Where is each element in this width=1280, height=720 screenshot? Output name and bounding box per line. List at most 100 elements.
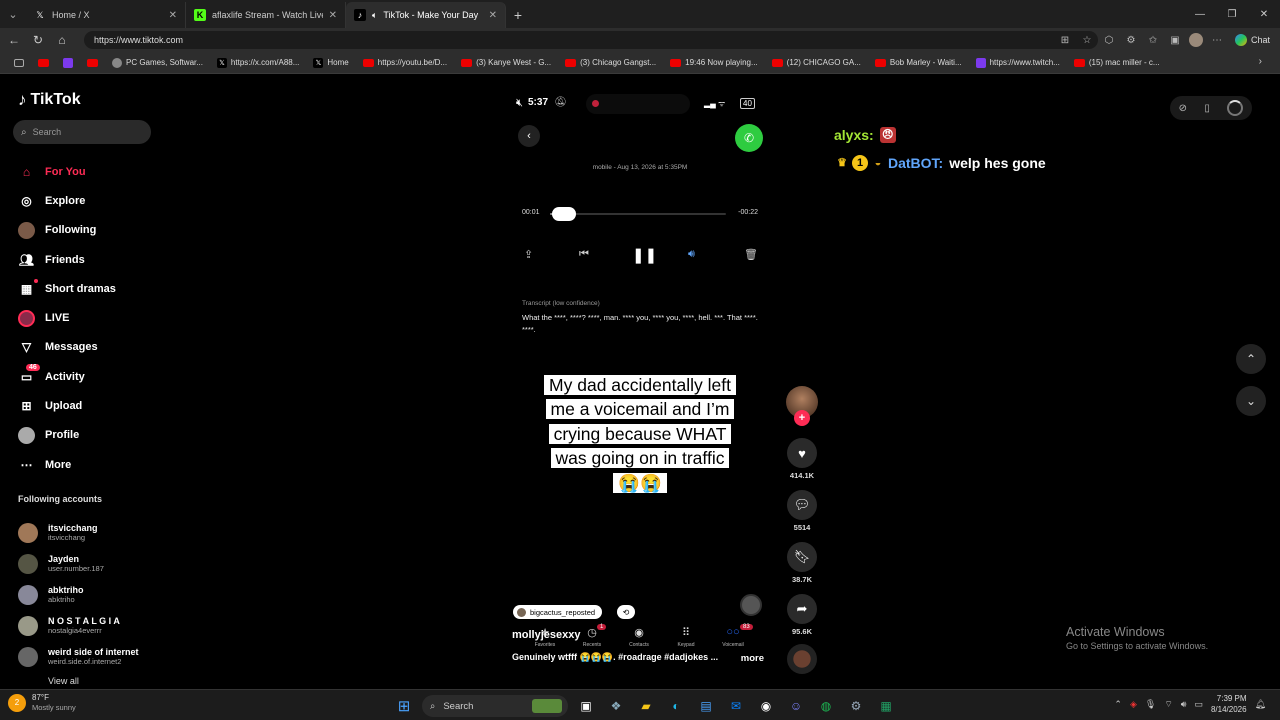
- bookmark-item[interactable]: (3) Chicago Gangst...: [559, 58, 662, 67]
- profile-avatar[interactable]: [1188, 33, 1203, 47]
- nav-short-dramas[interactable]: ▦ Short dramas: [18, 274, 158, 303]
- spotify-icon[interactable]: ◍: [814, 694, 838, 718]
- favorites-icon[interactable]: ✩: [1145, 32, 1161, 48]
- bookmark-item[interactable]: [81, 58, 104, 67]
- new-tab-button[interactable]: +: [506, 2, 530, 28]
- view-all-link[interactable]: View all: [48, 676, 79, 686]
- previous-video-button[interactable]: ⌃: [1236, 344, 1266, 374]
- obs-icon[interactable]: ◉: [754, 694, 778, 718]
- nav-explore[interactable]: ◎ Explore: [18, 186, 158, 215]
- floating-player-icon[interactable]: ⊘: [1179, 103, 1187, 114]
- comment-button[interactable]: 💬︎ 5514: [784, 490, 820, 532]
- following-account[interactable]: itsvicchang itsvicchang: [18, 517, 139, 548]
- nav-live[interactable]: LIVE: [18, 303, 158, 332]
- bookmark-item[interactable]: https://youtu.be/D...: [357, 58, 453, 67]
- repost-icon[interactable]: ⟲: [617, 605, 635, 619]
- close-window-icon[interactable]: ✕: [1248, 0, 1280, 28]
- nav-following[interactable]: Following: [18, 216, 158, 245]
- battery-icon[interactable]: ▭: [1194, 699, 1203, 710]
- music-disc-icon[interactable]: [787, 644, 817, 674]
- taskbar-search[interactable]: ⌕ Search: [422, 695, 568, 717]
- nav-messages[interactable]: ▽ Messages: [18, 333, 158, 362]
- bookmark-item[interactable]: Bob Marley - Waiti...: [869, 58, 968, 67]
- notifications-icon[interactable]: 🔔︎: [1255, 699, 1266, 710]
- nav-friends[interactable]: 👥︎ Friends: [18, 245, 158, 274]
- caption-text: My dad accidentally left me a voicemail …: [544, 375, 736, 493]
- outlook-icon[interactable]: ✉: [724, 694, 748, 718]
- mic-icon[interactable]: 🎙︎: [1145, 699, 1156, 710]
- url-field[interactable]: https://www.tiktok.com: [84, 31, 1098, 49]
- following-account[interactable]: Jayden user.number.187: [18, 548, 139, 579]
- mute-icon[interactable]: 🔇︎: [516, 97, 523, 110]
- clock[interactable]: 7:39 PM 8/14/2026: [1211, 693, 1247, 715]
- follow-plus-icon[interactable]: +: [794, 410, 810, 426]
- bookmark-item[interactable]: 𝕏 Home: [307, 57, 354, 68]
- share-button[interactable]: ➦ 95.6K: [784, 594, 820, 636]
- chat-message: ♛ 1 ◒ DatBOT: welp hes gone: [834, 155, 1046, 171]
- task-view-icon[interactable]: ▣: [574, 694, 598, 718]
- bookmark-item[interactable]: (3) Kanye West - G...: [455, 58, 557, 67]
- steam-icon[interactable]: ⚙: [844, 694, 868, 718]
- weather-widget[interactable]: 2 87°F Mostly sunny: [8, 693, 76, 712]
- discord-icon[interactable]: ☺: [784, 694, 808, 718]
- close-tab-icon[interactable]: ✕: [329, 10, 337, 21]
- restore-icon[interactable]: ❐: [1216, 0, 1248, 28]
- tab-actions-menu-icon[interactable]: ⌄: [0, 0, 26, 28]
- browser-tab-x[interactable]: 𝕏 Home / X ✕: [26, 2, 186, 28]
- split-screen-icon[interactable]: ⊞: [1057, 32, 1073, 48]
- browser-tab-tiktok[interactable]: ♪ 🔈︎ TikTok - Make Your Day ✕: [346, 2, 506, 28]
- more-menu-icon[interactable]: ⋯: [1209, 32, 1225, 48]
- nav-upload[interactable]: ⊞ Upload: [18, 391, 158, 420]
- bookmark-item[interactable]: PC Games, Softwar...: [106, 57, 209, 68]
- edge-icon[interactable]: ◐: [664, 694, 688, 718]
- nav-profile[interactable]: Profile: [18, 421, 158, 450]
- bookmark-item[interactable]: 19:46 Now playing...: [664, 58, 764, 67]
- volume-icon[interactable]: 🔊︎: [1181, 699, 1187, 710]
- vpn-icon[interactable]: ◈: [1130, 699, 1137, 710]
- minimize-icon[interactable]: —: [1184, 0, 1216, 28]
- close-tab-icon[interactable]: ✕: [169, 10, 177, 21]
- save-button[interactable]: 🔖︎ 38.7K: [784, 542, 820, 584]
- nav-more[interactable]: ⋯ More: [18, 450, 158, 479]
- more-bookmarks-icon[interactable]: ›: [1259, 56, 1262, 67]
- search-input[interactable]: ⌕ Search: [13, 120, 151, 144]
- collections-icon[interactable]: ▣: [1167, 32, 1183, 48]
- speaker-icon[interactable]: 🔈︎: [372, 10, 377, 21]
- following-account[interactable]: abktriho abktriho: [18, 579, 139, 610]
- favorite-star-icon[interactable]: ☆: [1079, 32, 1095, 48]
- start-windows-icon[interactable]: ⊞: [392, 694, 416, 718]
- store-icon[interactable]: ▤: [694, 694, 718, 718]
- following-account[interactable]: weird side of internet weird.side.of.inte…: [18, 641, 139, 672]
- bookmark-item[interactable]: (15) mac miller - c...: [1068, 58, 1166, 67]
- nav-for-you[interactable]: ⌂ For You: [18, 157, 158, 186]
- like-button[interactable]: ♥ 414.1K: [784, 438, 820, 480]
- device-icon[interactable]: ▯: [1204, 103, 1210, 114]
- tiktok-logo[interactable]: ♪ TikTok: [18, 90, 81, 110]
- settings-icon[interactable]: ⚙: [1123, 32, 1139, 48]
- bookmark-item[interactable]: [57, 57, 79, 68]
- network-icon[interactable]: ⌔: [1164, 699, 1172, 710]
- back-icon[interactable]: ←: [2, 28, 26, 52]
- browser-tab-kick[interactable]: K aflaxlife Stream - Watch Live on Ki ✕: [186, 2, 346, 28]
- copilot-chat-button[interactable]: Chat: [1231, 34, 1274, 46]
- bookmark-sidebar-toggle[interactable]: [8, 58, 30, 67]
- bookmark-item[interactable]: 𝕏https://x.com/A88...: [211, 57, 305, 68]
- following-account[interactable]: N O S T A L G I Anostalgia4everrr: [18, 610, 139, 641]
- video-author[interactable]: mollyjesexxy: [512, 629, 581, 641]
- copilot-taskbar-icon[interactable]: ❖: [604, 694, 628, 718]
- home-icon[interactable]: ⌂: [50, 28, 74, 52]
- bookmark-item[interactable]: [32, 58, 55, 67]
- more-button[interactable]: more: [741, 653, 764, 664]
- bookmark-item[interactable]: https://www.twitch...: [970, 57, 1066, 68]
- extensions-icon[interactable]: ⬡: [1101, 32, 1117, 48]
- next-video-button[interactable]: ⌄: [1236, 386, 1266, 416]
- bookmark-item[interactable]: (12) CHICAGO GA...: [766, 58, 867, 67]
- excel-icon[interactable]: ▦: [874, 694, 898, 718]
- refresh-icon[interactable]: ↻: [26, 28, 50, 52]
- close-tab-icon[interactable]: ✕: [489, 10, 497, 21]
- tray-overflow-icon[interactable]: ⌃: [1114, 699, 1122, 710]
- video-player[interactable]: 🔇︎ 5:37 🔕︎ ▂▄ ᯤ 40 ‹ ✆ mobile - Aug 13, …: [508, 88, 772, 676]
- repost-tag[interactable]: bigcactus_reposted: [513, 605, 603, 619]
- file-explorer-icon[interactable]: ▰: [634, 694, 658, 718]
- nav-activity[interactable]: ▭ 46 Activity: [18, 362, 158, 391]
